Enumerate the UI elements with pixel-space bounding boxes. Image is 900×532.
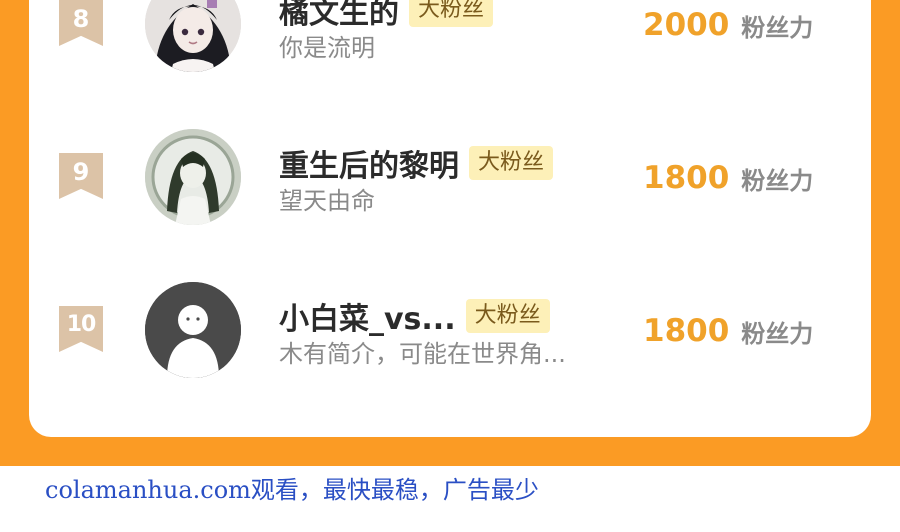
user-name-line: 橘文生的 大粉丝 xyxy=(279,0,494,31)
user-name[interactable]: 重生后的黎明 xyxy=(279,141,459,185)
default-avatar-image xyxy=(145,282,241,378)
fan-level-badge: 大粉丝 xyxy=(469,146,554,180)
user-bio: 木有简介，可能在世界角... xyxy=(279,340,566,368)
avatar-image xyxy=(145,0,241,72)
fan-leaderboard-card: 8 橘文生的 大粉丝 你是流明 2000 粉丝力 9 重生后的黎明 大粉丝 望天… xyxy=(29,0,871,437)
rank-badge: 10 xyxy=(59,306,103,352)
rank-badge: 9 xyxy=(59,153,103,199)
leaderboard-row[interactable]: 10 小白菜_vs... 大粉丝 木有简介，可能在世界角... 1800 粉丝力 xyxy=(29,276,871,396)
user-bio: 望天由命 xyxy=(279,187,375,215)
leaderboard-row[interactable]: 8 橘文生的 大粉丝 你是流明 2000 粉丝力 xyxy=(29,0,871,90)
fan-power-value: 1800 xyxy=(643,160,730,196)
user-bio: 你是流明 xyxy=(279,34,375,62)
fan-level-badge: 大粉丝 xyxy=(409,0,494,27)
anime-girl-avatar[interactable] xyxy=(145,0,241,72)
fan-power-value: 2000 xyxy=(643,7,730,43)
fan-level-badge: 大粉丝 xyxy=(465,299,550,333)
fan-power: 1800 粉丝力 xyxy=(643,311,813,351)
user-name-line: 小白菜_vs... 大粉丝 xyxy=(279,294,550,338)
default-user-avatar[interactable] xyxy=(145,282,241,378)
user-name[interactable]: 小白菜_vs... xyxy=(279,294,456,338)
site-watermark-text: colamanhua.com观看，最快最稳，广告最少 xyxy=(45,476,539,504)
fan-power-unit: 粉丝力 xyxy=(741,13,814,42)
fan-power: 2000 粉丝力 xyxy=(643,5,813,45)
fan-power-unit: 粉丝力 xyxy=(741,166,814,195)
fan-power-unit: 粉丝力 xyxy=(741,319,814,348)
fan-power: 1800 粉丝力 xyxy=(643,158,813,198)
leaderboard-row[interactable]: 9 重生后的黎明 大粉丝 望天由命 1800 粉丝力 xyxy=(29,123,871,243)
fan-power-value: 1800 xyxy=(643,313,730,349)
avatar-image xyxy=(145,129,241,225)
user-name-line: 重生后的黎明 大粉丝 xyxy=(279,141,554,185)
rank-badge: 8 xyxy=(59,0,103,46)
anime-girl-green-hair-avatar[interactable] xyxy=(145,129,241,225)
page: 8 橘文生的 大粉丝 你是流明 2000 粉丝力 9 重生后的黎明 大粉丝 望天… xyxy=(0,0,900,532)
